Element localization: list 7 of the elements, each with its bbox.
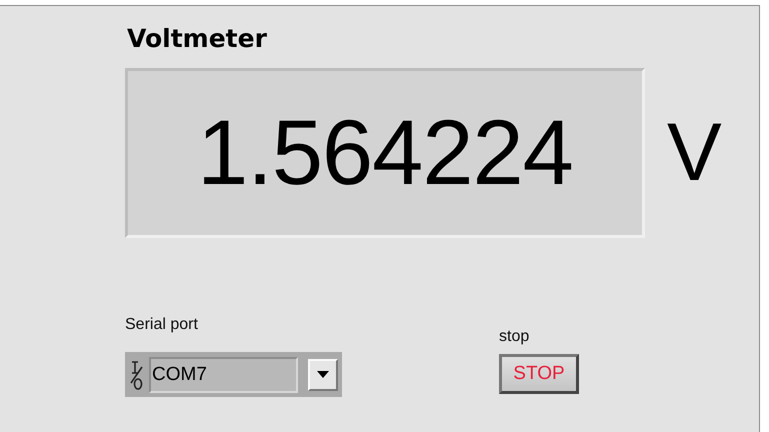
voltmeter-label: Voltmeter [127, 23, 268, 55]
serial-port-value: COM7 [149, 356, 298, 392]
serial-port-dropdown[interactable]: COM7 [125, 352, 342, 397]
unit-label: V [667, 112, 722, 194]
stop-label: stop [499, 327, 530, 347]
serial-port-label: Serial port [125, 315, 199, 335]
voltage-reading: 1.564224 [197, 107, 573, 199]
